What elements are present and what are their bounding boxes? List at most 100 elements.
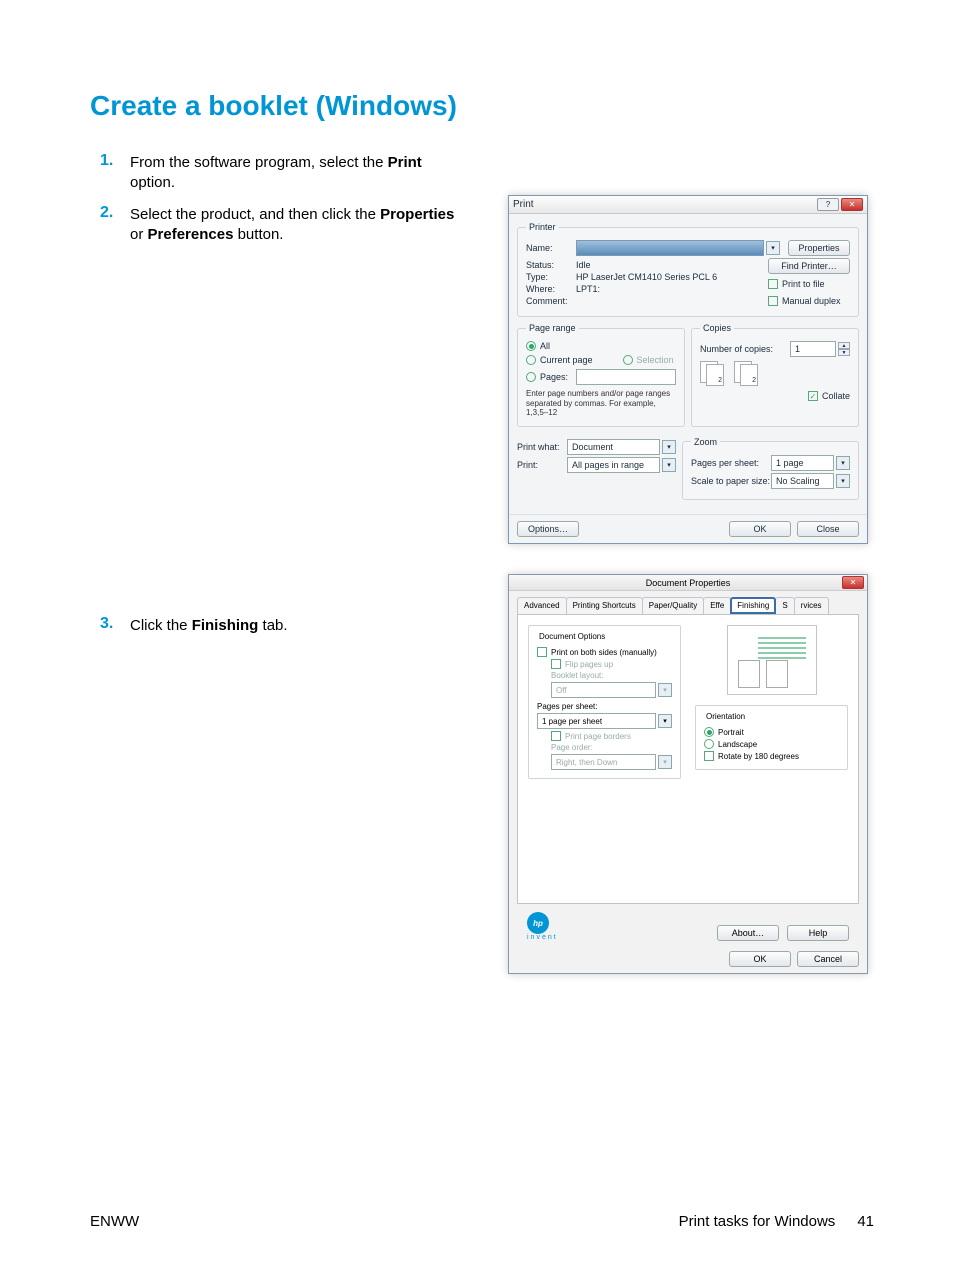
pages-per-sheet-select[interactable]: 1 page xyxy=(771,455,834,471)
close-button[interactable]: Close xyxy=(797,521,859,537)
page-range-legend: Page range xyxy=(526,323,579,333)
tab-paper-quality[interactable]: Paper/Quality xyxy=(642,597,704,614)
chevron-down-icon[interactable]: ▾ xyxy=(836,456,850,470)
status-value: Idle xyxy=(576,260,591,270)
help-icon[interactable]: ? xyxy=(817,198,839,211)
copies-fieldset: Copies Number of copies: 1 ▲▼ 12 12 ✓Col… xyxy=(691,323,859,427)
document-properties-screenshot: Document Properties ✕ Advanced Printing … xyxy=(508,574,868,974)
chevron-down-icon[interactable]: ▾ xyxy=(836,474,850,488)
pages-input[interactable] xyxy=(576,369,676,385)
tab-fragment[interactable]: S xyxy=(775,597,794,614)
range-all-label: All xyxy=(540,341,550,351)
landscape-label: Landscape xyxy=(718,740,757,749)
range-all-radio[interactable] xyxy=(526,341,536,351)
rotate-180-checkbox[interactable] xyxy=(704,751,714,761)
manual-duplex-checkbox[interactable] xyxy=(768,296,778,306)
tab-advanced[interactable]: Advanced xyxy=(517,597,567,614)
num-copies-spinner[interactable]: 1 xyxy=(790,341,836,357)
printer-fieldset: Printer Name: ▾ Properties Status:Idle T… xyxy=(517,222,859,317)
portrait-radio[interactable] xyxy=(704,727,714,737)
page-preview-icon xyxy=(727,625,817,695)
range-selection-label: Selection xyxy=(637,355,674,365)
booklet-layout-select: Off xyxy=(551,682,656,698)
page-order-select: Right, then Down xyxy=(551,754,656,770)
range-pages-label: Pages: xyxy=(540,372,568,382)
print-dialog-title: Print xyxy=(513,199,534,210)
collate-checkbox[interactable]: ✓ xyxy=(808,391,818,401)
print-both-sides-label: Print on both sides (manually) xyxy=(551,648,657,657)
tab-services[interactable]: rvices xyxy=(794,597,829,614)
flip-pages-up-checkbox xyxy=(551,659,561,669)
printer-name-select[interactable] xyxy=(576,240,764,256)
zoom-fieldset: Zoom Pages per sheet:1 page▾ Scale to pa… xyxy=(682,437,859,500)
collate-label: Collate xyxy=(822,391,850,401)
footer-left: ENWW xyxy=(90,1213,139,1230)
num-copies-label: Number of copies: xyxy=(700,344,773,354)
properties-button[interactable]: Properties xyxy=(788,240,850,256)
chevron-down-icon[interactable]: ▾ xyxy=(662,440,676,454)
close-icon[interactable]: ✕ xyxy=(841,198,863,211)
comment-label: Comment: xyxy=(526,296,576,306)
tab-printing-shortcuts[interactable]: Printing Shortcuts xyxy=(566,597,643,614)
pages-per-sheet-label: Pages per sheet: xyxy=(537,702,672,711)
ok-button[interactable]: OK xyxy=(729,951,791,967)
help-button[interactable]: Help xyxy=(787,925,849,941)
portrait-label: Portrait xyxy=(718,728,744,737)
print-to-file-label: Print to file xyxy=(782,279,825,289)
where-label: Where: xyxy=(526,284,576,294)
range-pages-radio[interactable] xyxy=(526,372,536,382)
spinner-down-icon[interactable]: ▼ xyxy=(838,349,850,356)
step-number: 2. xyxy=(100,204,130,222)
print-both-sides-checkbox[interactable] xyxy=(537,647,547,657)
collate-preview-icon: 12 12 xyxy=(700,361,850,387)
print-what-label: Print what: xyxy=(517,442,567,452)
rotate-180-label: Rotate by 180 degrees xyxy=(718,752,799,761)
manual-duplex-label: Manual duplex xyxy=(782,296,841,306)
range-note: Enter page numbers and/or page ranges se… xyxy=(526,389,676,418)
range-current-radio[interactable] xyxy=(526,355,536,365)
spinner-up-icon[interactable]: ▲ xyxy=(838,342,850,349)
print-borders-checkbox xyxy=(551,731,561,741)
where-value: LPT1: xyxy=(576,284,600,294)
print-dialog-screenshot: Print ? ✕ Printer Name: ▾ Properties Sta… xyxy=(508,195,868,544)
chevron-down-icon[interactable]: ▾ xyxy=(766,241,780,255)
step-1: 1. From the software program, select the… xyxy=(100,152,874,194)
about-button[interactable]: About… xyxy=(717,925,779,941)
tab-effects[interactable]: Effe xyxy=(703,597,731,614)
tab-finishing[interactable]: Finishing xyxy=(730,597,776,614)
pages-per-sheet-label: Pages per sheet: xyxy=(691,458,771,468)
tabs-bar: Advanced Printing Shortcuts Paper/Qualit… xyxy=(509,591,867,614)
find-printer-button[interactable]: Find Printer… xyxy=(768,258,850,274)
type-value: HP LaserJet CM1410 Series PCL 6 xyxy=(576,272,717,282)
landscape-radio[interactable] xyxy=(704,739,714,749)
flip-pages-up-label: Flip pages up xyxy=(565,660,613,669)
props-titlebar: Document Properties ✕ xyxy=(509,575,867,591)
page-title: Create a booklet (Windows) xyxy=(90,90,874,122)
chevron-down-icon[interactable]: ▾ xyxy=(658,714,672,728)
chevron-down-icon: ▾ xyxy=(658,683,672,697)
cancel-button[interactable]: Cancel xyxy=(797,951,859,967)
footer-right: Print tasks for Windows xyxy=(679,1213,836,1230)
zoom-legend: Zoom xyxy=(691,437,720,447)
print-to-file-checkbox[interactable] xyxy=(768,279,778,289)
print-range-select[interactable]: All pages in range xyxy=(567,457,660,473)
step-text: Select the product, and then click the P… xyxy=(130,204,460,246)
pages-per-sheet-select[interactable]: 1 page per sheet xyxy=(537,713,656,729)
page-footer: ENWW Print tasks for Windows 41 xyxy=(90,1213,874,1230)
step-number: 1. xyxy=(100,152,130,170)
close-icon[interactable]: ✕ xyxy=(842,576,864,589)
print-dialog-titlebar: Print ? ✕ xyxy=(509,196,867,214)
document-options-fieldset: Document Options Print on both sides (ma… xyxy=(528,625,681,779)
step-text: From the software program, select the Pr… xyxy=(130,152,460,194)
print-what-select[interactable]: Document xyxy=(567,439,660,455)
ok-button[interactable]: OK xyxy=(729,521,791,537)
step-text: Click the Finishing tab. xyxy=(130,615,288,636)
page-order-label: Page order: xyxy=(551,743,672,752)
props-title: Document Properties xyxy=(646,578,731,588)
range-current-label: Current page xyxy=(540,355,593,365)
options-button[interactable]: Options… xyxy=(517,521,579,537)
scale-select[interactable]: No Scaling xyxy=(771,473,834,489)
range-selection-radio xyxy=(623,355,633,365)
chevron-down-icon[interactable]: ▾ xyxy=(662,458,676,472)
printer-legend: Printer xyxy=(526,222,559,232)
